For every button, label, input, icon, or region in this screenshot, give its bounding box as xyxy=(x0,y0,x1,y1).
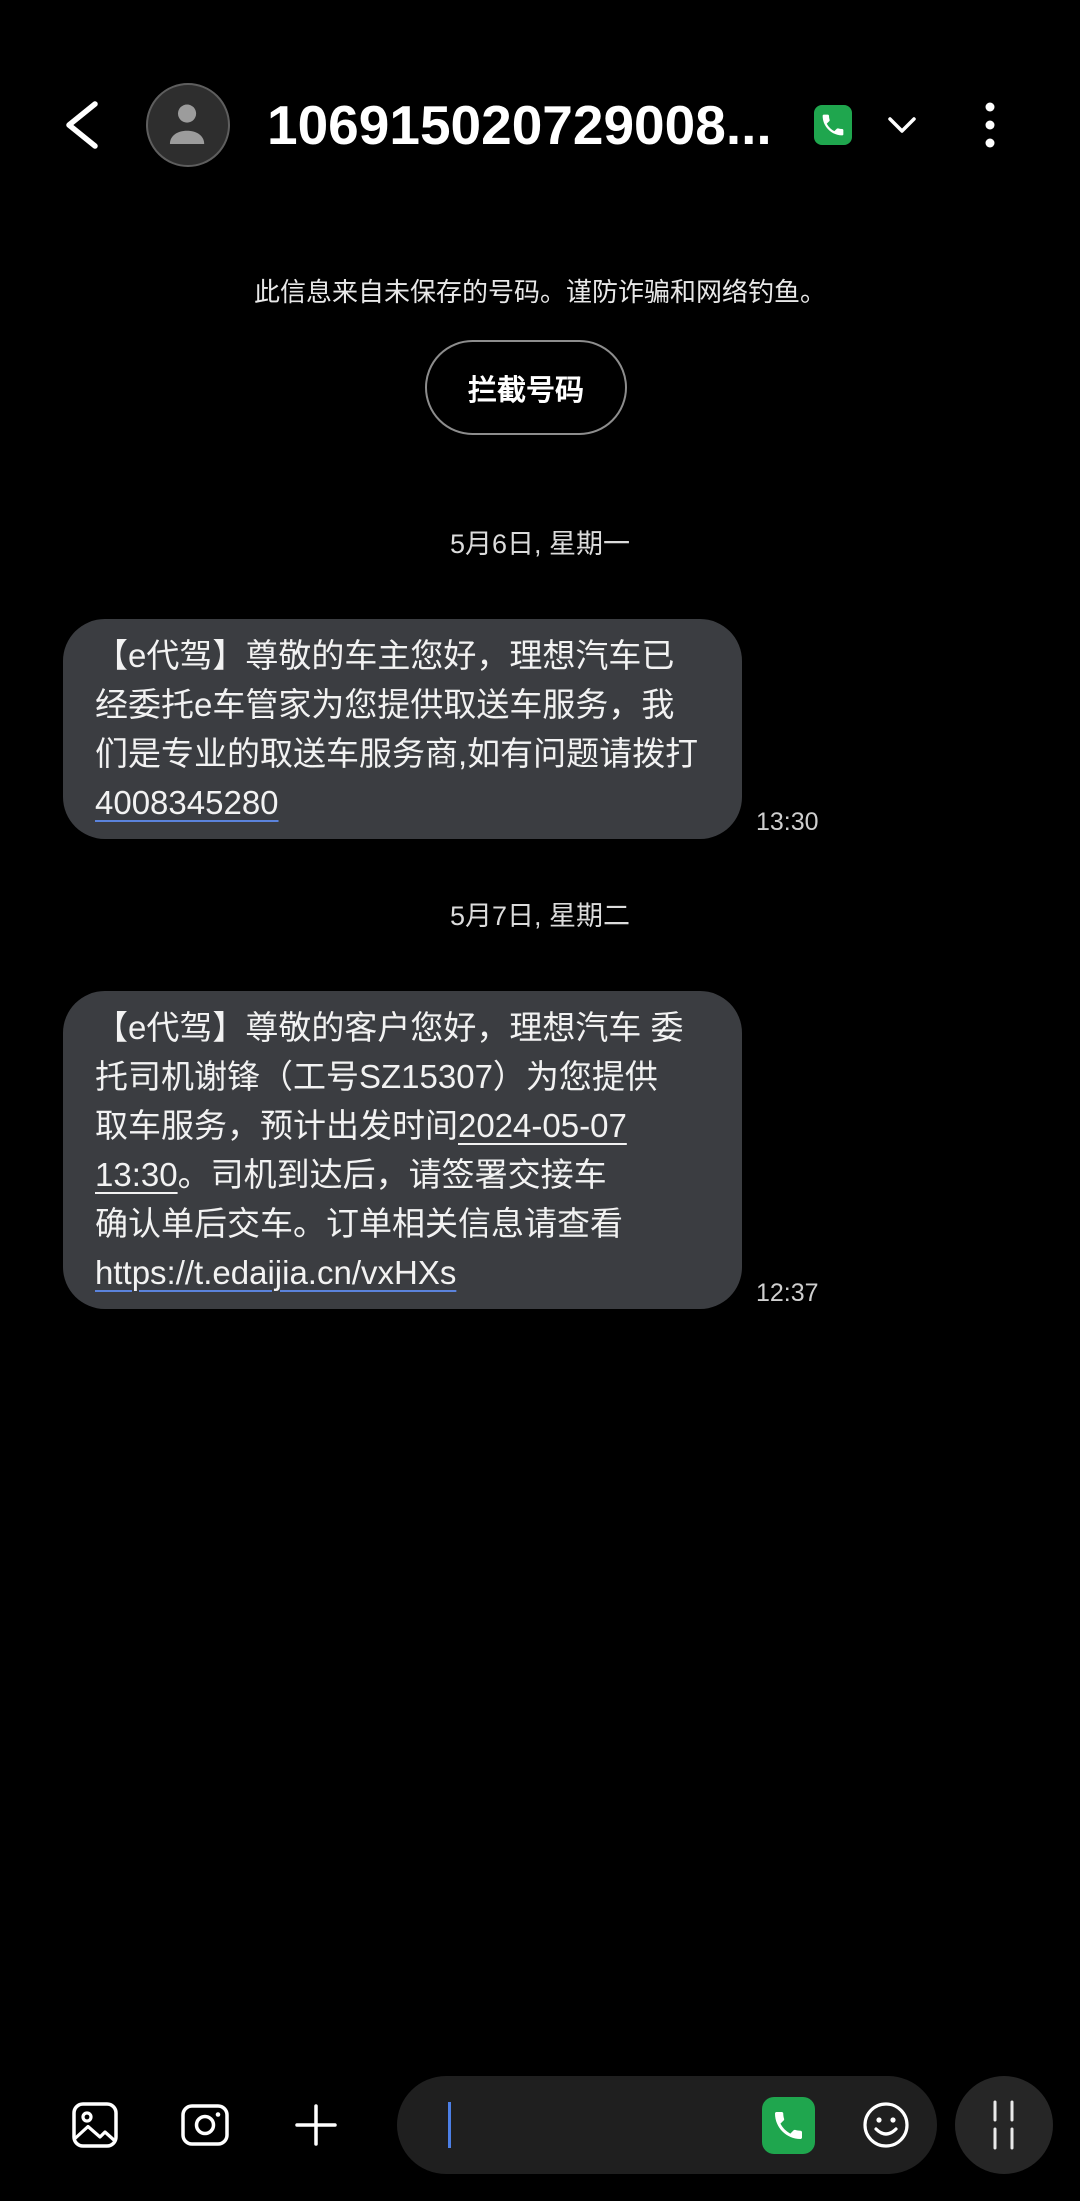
message-input-field[interactable] xyxy=(397,2076,937,2174)
message-timestamp: 12:37 xyxy=(756,1279,819,1307)
message-bubble[interactable]: 【e代驾】尊敬的车主您好，理想汽车已 经委托e车管家为您提供取送车服务，我 们是… xyxy=(63,619,742,839)
text-cursor xyxy=(448,2102,451,2148)
message-text: 确认单后交车。订单相关信息请查看 xyxy=(95,1205,623,1242)
contact-avatar[interactable] xyxy=(146,83,230,167)
message-text: 经委托e车管家为您提供取送车服务，我 xyxy=(95,686,675,723)
plus-icon[interactable] xyxy=(293,2102,339,2148)
date-divider: 5月6日, 星期一 xyxy=(449,529,631,559)
voice-input-button[interactable] xyxy=(955,2076,1053,2174)
message-text: 取车服务，预计出发时间 xyxy=(95,1107,458,1144)
message-text: 们是专业的取送车服务商,如有问题请拨打 xyxy=(95,735,699,772)
message-input[interactable] xyxy=(437,2095,751,2157)
message-text: 【e代驾】尊敬的客户您好，理想汽车 委 xyxy=(95,1009,684,1046)
person-icon xyxy=(169,104,205,145)
phone-number-link[interactable]: 4008345280 xyxy=(95,784,279,821)
block-number-button[interactable]: 拦截号码 xyxy=(425,340,627,435)
message-line: 们是专业的取送车服务商,如有问题请拨打 xyxy=(95,729,714,778)
message-text: 【e代驾】尊敬的车主您好，理想汽车已 xyxy=(95,637,675,674)
phone-icon[interactable] xyxy=(814,105,852,145)
conversation-title[interactable]: 106915020729008... xyxy=(267,90,772,160)
date-divider: 5月7日, 星期二 xyxy=(449,901,631,931)
url-link[interactable]: https://t.edaijia.cn/vxHXs xyxy=(95,1254,456,1291)
emoji-icon[interactable] xyxy=(862,2101,910,2149)
unknown-sender-notice: 此信息来自未保存的号码。谨防诈骗和网络钓鱼。 xyxy=(253,277,826,307)
message-line: 4008345280 xyxy=(95,778,714,827)
message-line: 确认单后交车。订单相关信息请查看 xyxy=(95,1199,714,1248)
camera-icon[interactable] xyxy=(181,2104,229,2146)
message-line: 托司机谢锋（工号SZ15307）为您提供 xyxy=(95,1052,714,1101)
datetime-link[interactable]: 2024-05-07 xyxy=(458,1107,627,1144)
chevron-down-icon[interactable] xyxy=(886,113,918,137)
more-vertical-icon[interactable] xyxy=(980,100,1000,150)
phone-icon[interactable] xyxy=(762,2097,815,2154)
message-line: 13:30。司机到达后，请签署交接车 xyxy=(95,1150,714,1199)
datetime-link[interactable]: 13:30 xyxy=(95,1156,178,1193)
message-text: 。司机到达后，请签署交接车 xyxy=(177,1156,607,1193)
message-line: 【e代驾】尊敬的车主您好，理想汽车已 xyxy=(95,631,714,680)
message-timestamp: 13:30 xyxy=(756,808,819,836)
message-text: 托司机谢锋（工号SZ15307）为您提供 xyxy=(95,1058,658,1095)
message-line: 经委托e车管家为您提供取送车服务，我 xyxy=(95,680,714,729)
gallery-icon[interactable] xyxy=(72,2102,118,2148)
back-arrow-icon[interactable] xyxy=(62,99,102,151)
message-line: 取车服务，预计出发时间2024-05-07 xyxy=(95,1101,714,1150)
message-line: 【e代驾】尊敬的客户您好，理想汽车 委 xyxy=(95,1003,714,1052)
voice-input-icon xyxy=(993,2100,1014,2150)
message-line: https://t.edaijia.cn/vxHXs xyxy=(95,1248,714,1297)
message-bubble[interactable]: 【e代驾】尊敬的客户您好，理想汽车 委 托司机谢锋（工号SZ15307）为您提供… xyxy=(63,991,742,1309)
